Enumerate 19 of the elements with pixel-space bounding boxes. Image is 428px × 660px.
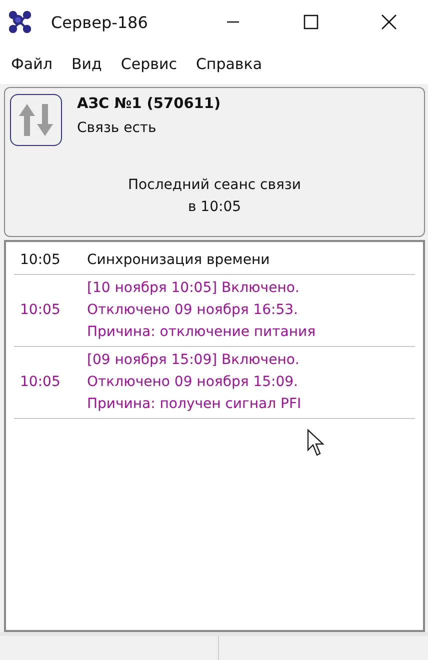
menu-item[interactable]: Файл <box>4 55 60 73</box>
minimize-icon <box>227 21 239 23</box>
menu-item[interactable]: Справка <box>188 55 270 73</box>
app-icon <box>9 11 31 33</box>
log-message: [10 ноября 10:05] Включено. Отключено 09 ноября 16:53. Причина: отключение питания <box>87 279 316 342</box>
window-title: Сервер-186 <box>51 12 148 32</box>
log-time: 10:05 <box>19 252 62 268</box>
log-time: 10:05 <box>19 374 62 390</box>
cursor-icon <box>307 429 327 457</box>
last-session-text: Последний сеанс связи в 10:05 <box>127 176 302 217</box>
menu-item[interactable]: Вид <box>64 55 109 73</box>
log-message: Синхронизация времени <box>87 251 270 270</box>
connection-status: Связь есть <box>77 120 158 136</box>
menu-item[interactable]: Сервис <box>114 55 184 73</box>
log-time: 10:05 <box>19 302 62 318</box>
log-message: [09 ноября 15:09] Включено. Отключено 09 ноября 15:09. Причина: получен сигнал PFI <box>87 351 302 414</box>
station-name: АЗС №1 (570611) <box>77 96 221 112</box>
maximize-icon <box>303 14 319 30</box>
close-icon <box>381 14 397 30</box>
